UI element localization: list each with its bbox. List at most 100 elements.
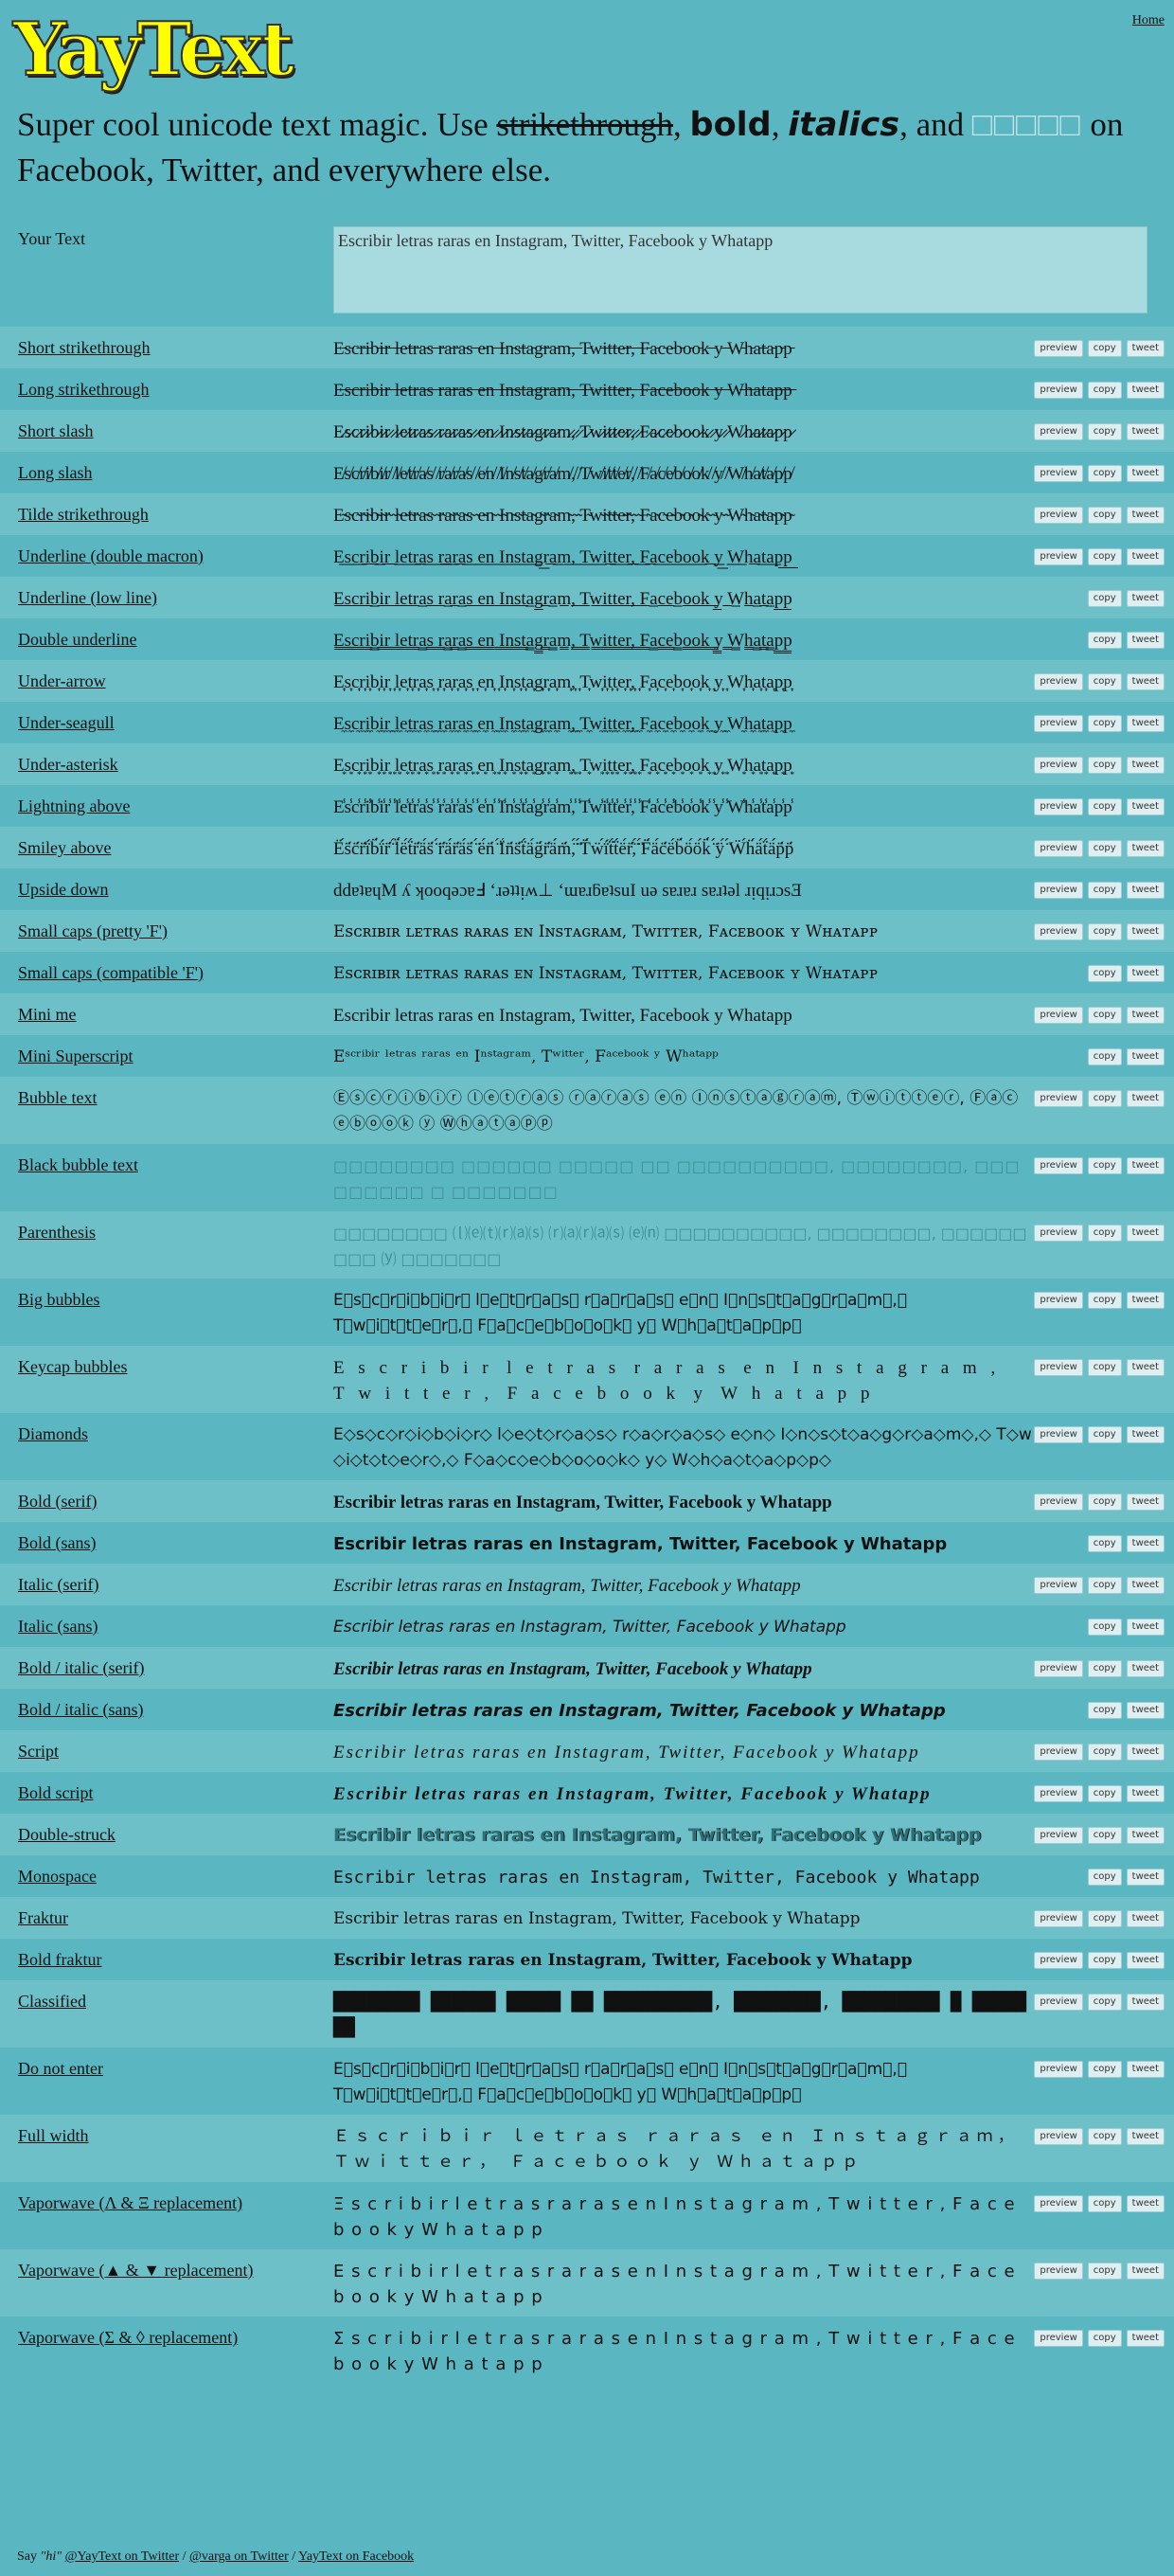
tweet-button[interactable]: tweet [1126,465,1165,482]
preview-button[interactable]: preview [1034,423,1083,440]
preview-button[interactable]: preview [1034,1785,1083,1802]
preview-button[interactable]: preview [1034,2263,1083,2280]
style-name-link[interactable]: Lightning above [0,785,333,816]
preview-button[interactable]: preview [1034,465,1083,482]
style-name-link[interactable]: Under-seagull [0,702,333,733]
tweet-button[interactable]: tweet [1126,340,1165,357]
style-name-link[interactable]: Full width [0,2115,333,2146]
copy-button[interactable]: copy [1087,1869,1122,1886]
preview-button[interactable]: preview [1034,340,1083,357]
tweet-button[interactable]: tweet [1126,2195,1165,2212]
tweet-button[interactable]: tweet [1126,1910,1165,1927]
copy-button[interactable]: copy [1087,1225,1122,1242]
style-name-link[interactable]: Short strikethrough [0,327,333,358]
copy-button[interactable]: copy [1087,1660,1122,1677]
copy-button[interactable]: copy [1087,2128,1122,2145]
style-name-link[interactable]: Classified [0,1980,333,2012]
preview-button[interactable]: preview [1034,1827,1083,1844]
copy-button[interactable]: copy [1087,923,1122,940]
copy-button[interactable]: copy [1087,1952,1122,1969]
tweet-button[interactable]: tweet [1126,1869,1165,1886]
tweet-button[interactable]: tweet [1126,840,1165,857]
preview-button[interactable]: preview [1034,507,1083,524]
style-name-link[interactable]: Bold / italic (sans) [0,1689,333,1720]
tweet-button[interactable]: tweet [1126,1952,1165,1969]
tweet-button[interactable]: tweet [1126,1994,1165,2011]
tweet-button[interactable]: tweet [1126,2330,1165,2347]
tweet-button[interactable]: tweet [1126,1048,1165,1065]
tweet-button[interactable]: tweet [1126,2263,1165,2280]
style-name-link[interactable]: Parenthesis [0,1211,333,1243]
tweet-button[interactable]: tweet [1126,632,1165,649]
tweet-button[interactable]: tweet [1126,1535,1165,1552]
style-name-link[interactable]: Diamonds [0,1413,333,1444]
preview-button[interactable]: preview [1034,548,1083,565]
style-name-link[interactable]: Underline (double macron) [0,535,333,566]
tweet-button[interactable]: tweet [1126,1359,1165,1376]
style-name-link[interactable]: Tilde strikethrough [0,493,333,525]
style-name-link[interactable]: Vaporwave (Σ & ◊ replacement) [0,2317,333,2348]
style-name-link[interactable]: Small caps (compatible 'F') [0,952,333,983]
copy-button[interactable]: copy [1087,965,1122,982]
preview-button[interactable]: preview [1034,1660,1083,1677]
text-input[interactable]: Escribir letras raras en Instagram, Twit… [333,226,1147,313]
preview-button[interactable]: preview [1034,1359,1083,1376]
copy-button[interactable]: copy [1087,423,1122,440]
preview-button[interactable]: preview [1034,715,1083,732]
footer-facebook-link[interactable]: YayText on Facebook [298,2549,414,2564]
style-name-link[interactable]: Bold / italic (serif) [0,1647,333,1678]
copy-button[interactable]: copy [1087,465,1122,482]
tweet-button[interactable]: tweet [1126,1702,1165,1719]
copy-button[interactable]: copy [1087,507,1122,524]
copy-button[interactable]: copy [1087,382,1122,399]
style-name-link[interactable]: Mini Superscript [0,1035,333,1066]
style-name-link[interactable]: Black bubble text [0,1144,333,1175]
copy-button[interactable]: copy [1087,673,1122,690]
preview-button[interactable]: preview [1034,1952,1083,1969]
style-name-link[interactable]: Keycap bubbles [0,1346,333,1377]
style-name-link[interactable]: Vaporwave (▲ & ▼ replacement) [0,2249,333,2281]
style-name-link[interactable]: Vaporwave (Λ & Ξ replacement) [0,2182,333,2213]
tweet-button[interactable]: tweet [1126,2128,1165,2145]
copy-button[interactable]: copy [1087,340,1122,357]
copy-button[interactable]: copy [1087,1535,1122,1552]
tweet-button[interactable]: tweet [1126,673,1165,690]
copy-button[interactable]: copy [1087,1494,1122,1511]
style-name-link[interactable]: Long slash [0,452,333,483]
copy-button[interactable]: copy [1087,1702,1122,1719]
copy-button[interactable]: copy [1087,1048,1122,1065]
preview-button[interactable]: preview [1034,2195,1083,2212]
tweet-button[interactable]: tweet [1126,757,1165,774]
copy-button[interactable]: copy [1087,1007,1122,1024]
footer-twitter-yaytext-link[interactable]: @YayText on Twitter [65,2549,179,2564]
copy-button[interactable]: copy [1087,1994,1122,2011]
copy-button[interactable]: copy [1087,1785,1122,1802]
tweet-button[interactable]: tweet [1126,1577,1165,1594]
preview-button[interactable]: preview [1034,2128,1083,2145]
style-name-link[interactable]: Script [0,1730,333,1762]
preview-button[interactable]: preview [1034,673,1083,690]
tweet-button[interactable]: tweet [1126,1225,1165,1242]
preview-button[interactable]: preview [1034,1494,1083,1511]
style-name-link[interactable]: Small caps (pretty 'F') [0,910,333,941]
tweet-button[interactable]: tweet [1126,1785,1165,1802]
copy-button[interactable]: copy [1087,798,1122,815]
style-name-link[interactable]: Bold (sans) [0,1522,333,1553]
style-name-link[interactable]: Bubble text [0,1077,333,1108]
preview-button[interactable]: preview [1034,798,1083,815]
tweet-button[interactable]: tweet [1126,965,1165,982]
copy-button[interactable]: copy [1087,1157,1122,1174]
style-name-link[interactable]: Big bubbles [0,1279,333,1310]
preview-button[interactable]: preview [1034,757,1083,774]
copy-button[interactable]: copy [1087,1910,1122,1927]
tweet-button[interactable]: tweet [1126,1292,1165,1309]
tweet-button[interactable]: tweet [1126,423,1165,440]
tweet-button[interactable]: tweet [1126,715,1165,732]
style-name-link[interactable]: Bold script [0,1772,333,1803]
style-name-link[interactable]: Double underline [0,618,333,650]
style-name-link[interactable]: Under-asterisk [0,743,333,775]
preview-button[interactable]: preview [1034,840,1083,857]
tweet-button[interactable]: tweet [1126,1660,1165,1677]
preview-button[interactable]: preview [1034,1157,1083,1174]
copy-button[interactable]: copy [1087,840,1122,857]
